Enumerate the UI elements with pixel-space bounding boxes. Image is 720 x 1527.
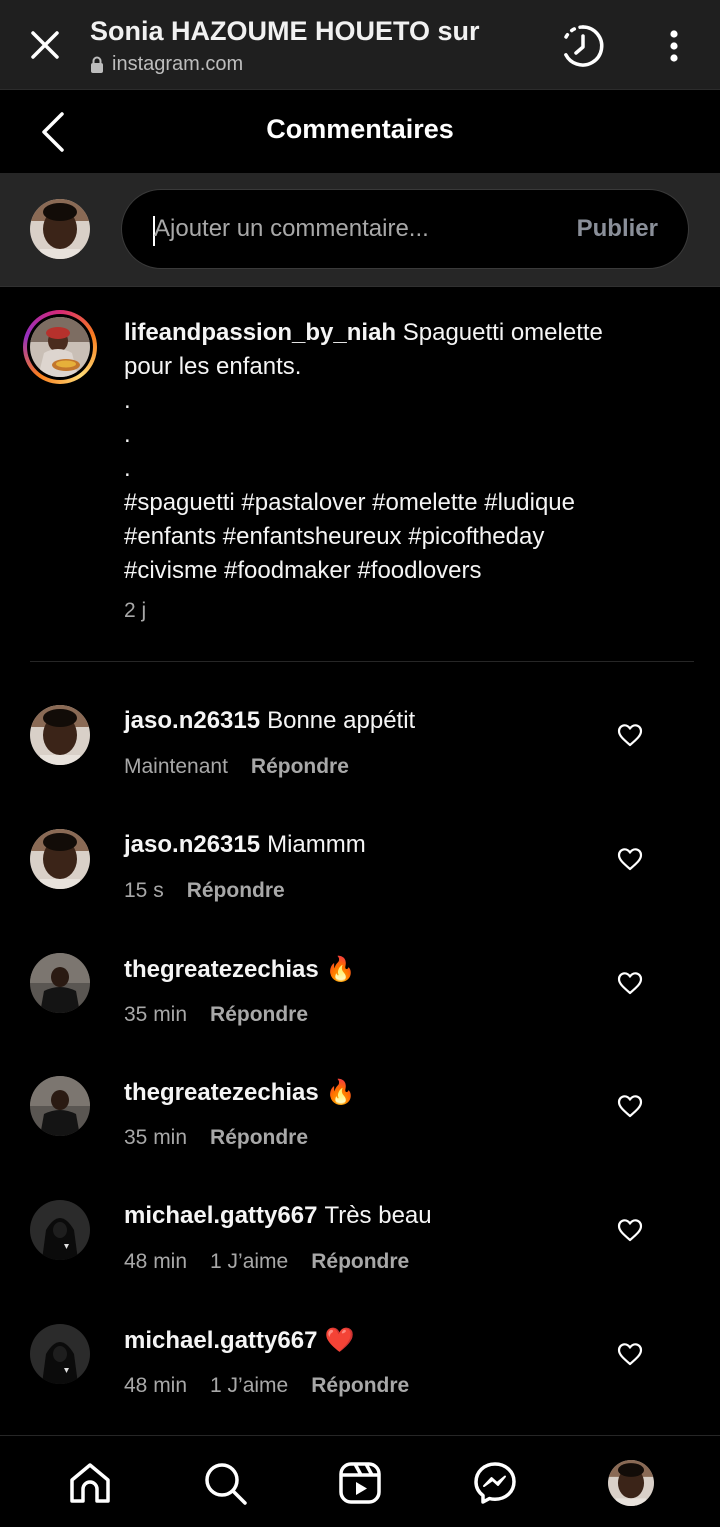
fire-emoji: 🔥	[325, 1078, 356, 1106]
reply-button[interactable]: Répondre	[311, 1374, 409, 1398]
caption-line: .	[124, 421, 131, 448]
avatar[interactable]	[30, 1200, 90, 1260]
story-ring[interactable]	[23, 310, 97, 384]
more-options-icon[interactable]	[660, 26, 688, 66]
profile-avatar[interactable]	[608, 1460, 654, 1506]
comment-username[interactable]: thegreatezechias	[124, 1079, 319, 1106]
reply-button[interactable]: Répondre	[311, 1250, 409, 1274]
comment-item: michael.gatty667 ❤️ 48 min 1 J’aime Répon…	[0, 1324, 720, 1448]
comment-body: thegreatezechias 🔥	[124, 955, 356, 984]
browser-title: Sonia HAZOUME HOUETO sur	[90, 16, 480, 46]
comment-item: jaso.n26315 Bonne appétit Maintenant Répo…	[0, 705, 720, 829]
comment-text: Miammm	[267, 831, 366, 858]
heart-emoji: ❤️	[324, 1326, 355, 1354]
reply-button[interactable]: Répondre	[251, 755, 349, 779]
comment-meta: 48 min 1 J’aime Répondre	[124, 1250, 409, 1274]
comment-username[interactable]: jaso.n26315	[124, 707, 260, 734]
reply-button[interactable]: Répondre	[210, 1126, 308, 1150]
avatar[interactable]	[30, 953, 90, 1013]
lock-icon	[90, 56, 104, 74]
reels-icon[interactable]	[336, 1459, 384, 1507]
comment-meta: 35 min Répondre	[124, 1126, 308, 1150]
comment-item: thegreatezechias 🔥 35 min Répondre	[0, 953, 720, 1077]
messenger-icon[interactable]	[471, 1459, 519, 1507]
comment-item: thegreatezechias 🔥 35 min Répondre	[0, 1076, 720, 1200]
comment-placeholder: Ajouter un commentaire...	[154, 215, 429, 242]
comments-header: Commentaires	[0, 90, 720, 174]
publish-button[interactable]: Publier	[577, 215, 658, 243]
caption-hashtags[interactable]: #spaguetti #pastalover #omelette #ludiqu…	[124, 486, 664, 520]
avatar[interactable]	[30, 829, 90, 889]
avatar[interactable]	[30, 1076, 90, 1136]
caption-text: lifeandpassion_by_niah Spaguetti omelett…	[124, 316, 664, 588]
comment-input[interactable]: Ajouter un commentaire... Publier	[121, 189, 689, 269]
browser-url: instagram.com	[90, 53, 243, 76]
comment-username[interactable]: michael.gatty667	[124, 1327, 317, 1354]
comment-meta: 15 s Répondre	[124, 879, 285, 903]
caption-line: .	[124, 455, 131, 482]
caption-line: pour les enfants.	[124, 353, 302, 380]
comment-timestamp: 15 s	[124, 879, 164, 902]
home-icon[interactable]	[66, 1459, 114, 1507]
comment-body: jaso.n26315 Miammm	[124, 831, 366, 859]
fire-emoji: 🔥	[325, 955, 356, 983]
heart-icon[interactable]	[617, 1218, 643, 1242]
comment-meta: 35 min Répondre	[124, 1003, 308, 1027]
browser-bar: Sonia HAZOUME HOUETO sur instagram.com	[0, 0, 720, 90]
comment-text: Très beau	[324, 1202, 432, 1229]
comment-body: thegreatezechias 🔥	[124, 1078, 356, 1107]
close-icon[interactable]	[22, 22, 68, 68]
caption-hashtags[interactable]: #civisme #foodmaker #foodlovers	[124, 554, 664, 588]
comment-text: Bonne appétit	[267, 707, 416, 734]
heart-icon[interactable]	[617, 971, 643, 995]
caption-first-line: lifeandpassion_by_niah Spaguetti omelett…	[124, 316, 664, 350]
comment-likes[interactable]: 1 J’aime	[210, 1374, 288, 1398]
avatar[interactable]	[30, 705, 90, 765]
avatar	[30, 317, 90, 377]
comment-username[interactable]: thegreatezechias	[124, 956, 319, 983]
comment-timestamp: Maintenant	[124, 755, 228, 778]
bottom-nav	[0, 1435, 720, 1527]
comment-likes[interactable]: 1 J’aime	[210, 1250, 288, 1274]
comment-item: michael.gatty667 Très beau 48 min 1 J’aim…	[0, 1200, 720, 1324]
comment-body: michael.gatty667 ❤️	[124, 1326, 354, 1355]
comment-body: jaso.n26315 Bonne appétit	[124, 707, 415, 735]
heart-icon[interactable]	[617, 847, 643, 871]
reply-button[interactable]: Répondre	[210, 1003, 308, 1027]
comment-meta: 48 min 1 J’aime Répondre	[124, 1374, 409, 1398]
comment-timestamp: 35 min	[124, 1003, 188, 1026]
caption-timestamp: 2 j	[124, 599, 147, 622]
url-text: instagram.com	[112, 53, 244, 75]
heart-icon[interactable]	[617, 1342, 643, 1366]
comment-username[interactable]: jaso.n26315	[124, 831, 260, 858]
page-title: Commentaires	[266, 114, 454, 144]
caption-username[interactable]: lifeandpassion_by_niah	[124, 319, 396, 346]
avatar[interactable]	[30, 199, 90, 259]
search-icon[interactable]	[201, 1459, 249, 1507]
divider	[30, 661, 694, 662]
comment-timestamp: 48 min	[124, 1250, 188, 1273]
caption-hashtags[interactable]: #enfants #enfantsheureux #picoftheday	[124, 520, 664, 554]
caption-line: Spaguetti omelette	[402, 319, 603, 346]
caption-line: .	[124, 387, 131, 414]
comment-compose: Ajouter un commentaire... Publier	[0, 174, 720, 287]
comment-timestamp: 35 min	[124, 1126, 188, 1149]
heart-icon[interactable]	[617, 1094, 643, 1118]
history-icon[interactable]	[558, 21, 608, 71]
comment-item: jaso.n26315 Miammm 15 s Répondre	[0, 829, 720, 953]
comment-meta: Maintenant Répondre	[124, 755, 349, 779]
avatar[interactable]	[30, 1324, 90, 1384]
comment-body: michael.gatty667 Très beau	[124, 1202, 432, 1230]
reply-button[interactable]: Répondre	[187, 879, 285, 903]
heart-icon[interactable]	[617, 723, 643, 747]
comment-username[interactable]: michael.gatty667	[124, 1202, 317, 1229]
comment-timestamp: 48 min	[124, 1374, 188, 1397]
